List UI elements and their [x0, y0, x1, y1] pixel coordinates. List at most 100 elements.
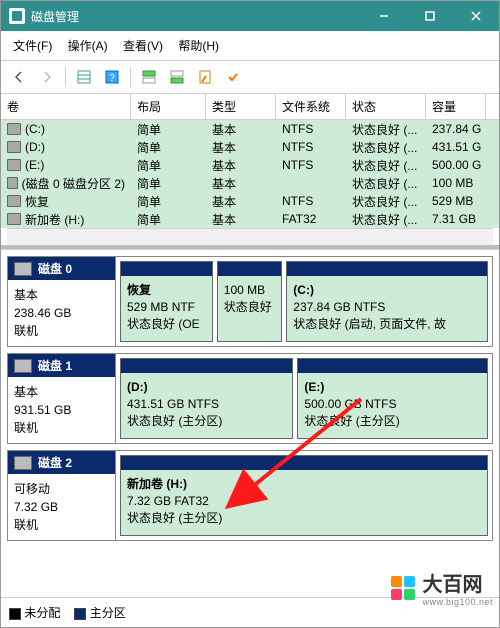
menu-file[interactable]: 文件(F) [7, 35, 58, 56]
help-icon[interactable]: ? [100, 65, 124, 89]
partition-title: (D:) [127, 379, 286, 396]
cell-status: 状态良好 (... [346, 174, 426, 193]
cell-cap: 431.51 G [426, 139, 486, 155]
disk-info[interactable]: 磁盘 1基本931.51 GB联机 [8, 354, 116, 443]
disk-info[interactable]: 磁盘 0基本238.46 GB联机 [8, 257, 116, 346]
cell-cap: 7.31 GB [426, 211, 486, 227]
disk-row: 磁盘 0基本238.46 GB联机恢复529 MB NTF状态良好 (OE100… [7, 256, 493, 347]
cell-type: 基本 [206, 192, 276, 211]
legend-unallocated-swatch [9, 608, 21, 620]
table-row[interactable]: 恢复简单基本NTFS状态良好 (...529 MB [1, 192, 499, 210]
volume-icon [7, 177, 18, 189]
cell-status: 状态良好 (... [346, 192, 426, 211]
cell-type: 基本 [206, 120, 276, 139]
partition-title: (E:) [304, 379, 481, 396]
cell-layout: 简单 [131, 120, 206, 139]
partition[interactable]: (C:)237.84 GB NTFS状态良好 (启动, 页面文件, 故 [286, 261, 488, 342]
minimize-button[interactable] [361, 1, 407, 31]
cell-type: 基本 [206, 174, 276, 193]
table-row[interactable]: (磁盘 0 磁盘分区 2)简单基本状态良好 (...100 MB [1, 174, 499, 192]
list-header: 卷 布局 类型 文件系统 状态 容量 [1, 94, 499, 120]
view-list-icon[interactable] [72, 65, 96, 89]
maximize-button[interactable] [407, 1, 453, 31]
table-row[interactable]: (E:)简单基本NTFS状态良好 (...500.00 G [1, 156, 499, 174]
table-row[interactable]: (C:)简单基本NTFS状态良好 (...237.84 G [1, 120, 499, 138]
partition-title: (C:) [293, 282, 481, 299]
disk-row: 磁盘 1基本931.51 GB联机(D:)431.51 GB NTFS状态良好 … [7, 353, 493, 444]
horizontal-scrollbar[interactable] [7, 228, 493, 245]
partition-status: 状态良好 (主分区) [127, 510, 481, 527]
legend-primary-swatch [74, 608, 86, 620]
cell-status: 状态良好 (... [346, 120, 426, 139]
disk-size: 931.51 GB [14, 401, 109, 419]
col-volume[interactable]: 卷 [1, 94, 131, 119]
table-row[interactable]: (D:)简单基本NTFS状态良好 (...431.51 G [1, 138, 499, 156]
svg-text:?: ? [109, 73, 115, 84]
cell-type: 基本 [206, 156, 276, 175]
cell-layout: 简单 [131, 192, 206, 211]
view-top-icon[interactable] [137, 65, 161, 89]
partition-header [121, 359, 292, 373]
partition-status: 状态良好 (OE [127, 316, 206, 333]
partition[interactable]: (E:)500.00 GB NTFS状态良好 (主分区) [297, 358, 488, 439]
partition-header [298, 359, 487, 373]
menu-help[interactable]: 帮助(H) [172, 35, 225, 56]
disk-state: 联机 [14, 322, 109, 340]
partition-title: 恢复 [127, 282, 206, 299]
cell-volume: (D:) [25, 140, 45, 154]
partition[interactable]: (D:)431.51 GB NTFS状态良好 (主分区) [120, 358, 293, 439]
cell-cap: 100 MB [426, 175, 486, 191]
partition-size: 500.00 GB NTFS [304, 396, 481, 413]
volume-icon [7, 159, 21, 171]
disk-icon [14, 359, 32, 373]
properties-icon[interactable] [193, 65, 217, 89]
col-status[interactable]: 状态 [346, 94, 426, 119]
col-capacity[interactable]: 容量 [426, 94, 486, 119]
disk-info[interactable]: 磁盘 2可移动7.32 GB联机 [8, 451, 116, 540]
table-row[interactable]: 新加卷 (H:)简单基本FAT32状态良好 (...7.31 GB [1, 210, 499, 228]
partition-size: 7.32 GB FAT32 [127, 493, 481, 510]
disk-icon [14, 262, 32, 276]
watermark-url: www.big100.net [422, 597, 493, 607]
partition-header [121, 262, 212, 276]
disk-icon [14, 456, 32, 470]
cell-type: 基本 [206, 138, 276, 157]
disk-size: 7.32 GB [14, 498, 109, 516]
legend-unallocated-label: 未分配 [24, 606, 60, 620]
menu-action[interactable]: 操作(A) [62, 35, 114, 56]
disk-size: 238.46 GB [14, 304, 109, 322]
view-bottom-icon[interactable] [165, 65, 189, 89]
toolbar: ? [1, 61, 499, 94]
disk-management-window: 磁盘管理 文件(F) 操作(A) 查看(V) 帮助(H) ? 卷 布局 类型 文… [0, 0, 500, 628]
disk-type: 可移动 [14, 480, 109, 498]
back-button[interactable] [7, 65, 31, 89]
col-type[interactable]: 类型 [206, 94, 276, 119]
legend-primary-label: 主分区 [90, 606, 126, 620]
volume-list: 卷 布局 类型 文件系统 状态 容量 (C:)简单基本NTFS状态良好 (...… [1, 94, 499, 249]
cell-fs: NTFS [276, 139, 346, 155]
disk-graphical-view: 磁盘 0基本238.46 GB联机恢复529 MB NTF状态良好 (OE100… [1, 249, 499, 597]
col-layout[interactable]: 布局 [131, 94, 206, 119]
disk-state: 联机 [14, 419, 109, 437]
cell-cap: 529 MB [426, 193, 486, 209]
watermark-logo-icon [390, 575, 416, 601]
cell-type: 基本 [206, 210, 276, 229]
disk-row: 磁盘 2可移动7.32 GB联机新加卷 (H:)7.32 GB FAT32状态良… [7, 450, 493, 541]
partition[interactable]: 100 MB状态良好 [217, 261, 283, 342]
forward-button[interactable] [35, 65, 59, 89]
col-filesystem[interactable]: 文件系统 [276, 94, 346, 119]
refresh-icon[interactable] [221, 65, 245, 89]
menu-view[interactable]: 查看(V) [117, 35, 169, 56]
disk-state: 联机 [14, 516, 109, 534]
disk-type: 基本 [14, 286, 109, 304]
partition-size: 237.84 GB NTFS [293, 299, 481, 316]
volume-icon [7, 213, 21, 225]
partition[interactable]: 恢复529 MB NTF状态良好 (OE [120, 261, 213, 342]
partition-status: 状态良好 [224, 299, 276, 316]
disk-name: 磁盘 1 [38, 357, 72, 374]
partition[interactable]: 新加卷 (H:)7.32 GB FAT32状态良好 (主分区) [120, 455, 488, 536]
partition-header [218, 262, 282, 276]
cell-fs: NTFS [276, 121, 346, 137]
cell-volume: (E:) [25, 158, 44, 172]
close-button[interactable] [453, 1, 499, 31]
